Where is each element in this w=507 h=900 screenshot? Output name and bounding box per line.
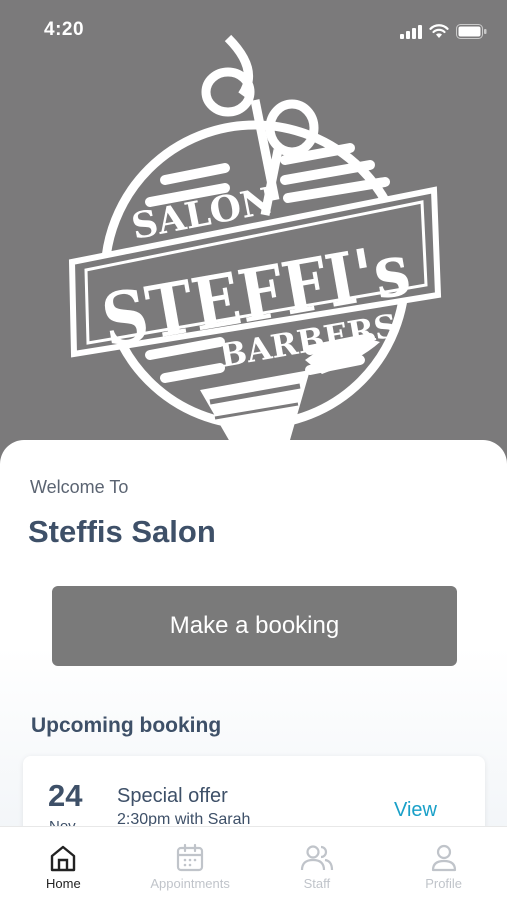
people-icon (300, 845, 333, 871)
tab-appointments-label: Appointments (150, 876, 230, 891)
welcome-label: Welcome To (30, 477, 129, 497)
view-booking-link[interactable]: View (394, 799, 437, 822)
salon-name: Steffis Salon (28, 514, 216, 549)
bottom-tab-bar: Home Appointments Staff Profile (0, 826, 507, 900)
tab-home-label: Home (46, 876, 81, 891)
tab-appointments[interactable]: Appointments (127, 827, 254, 900)
booking-title: Special offer (117, 785, 228, 807)
salon-logo: SALON STEFFI's BARBERS (60, 30, 450, 450)
tab-staff[interactable]: Staff (254, 827, 381, 900)
booking-day: 24 (48, 778, 83, 813)
battery-icon (456, 24, 487, 39)
calendar-icon (177, 843, 204, 872)
make-booking-button[interactable]: Make a booking (52, 586, 457, 666)
home-icon (51, 845, 76, 872)
upcoming-booking-title: Upcoming booking (31, 714, 222, 737)
person-icon (431, 844, 456, 872)
tab-profile-label: Profile (425, 876, 463, 891)
tab-profile[interactable]: Profile (380, 827, 507, 900)
tab-home[interactable]: Home (0, 827, 127, 900)
tab-staff-label: Staff (303, 876, 331, 891)
